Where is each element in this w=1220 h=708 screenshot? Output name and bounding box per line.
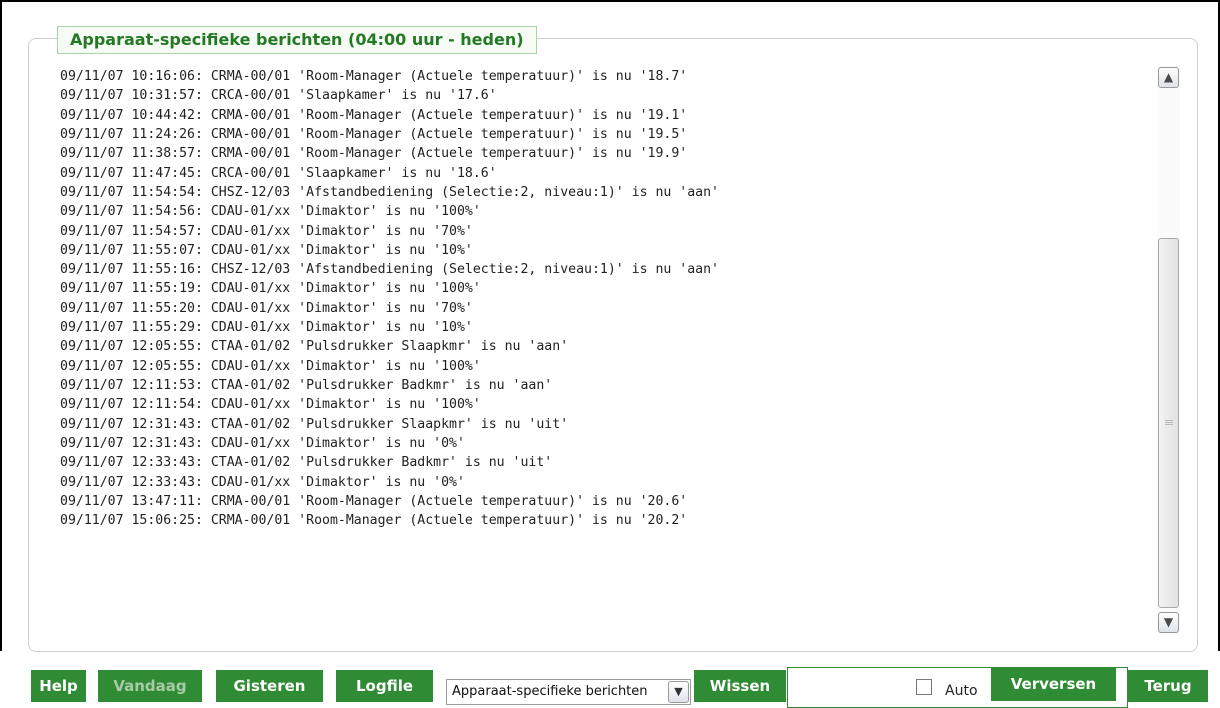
terug-button[interactable]: Terug — [1128, 670, 1208, 702]
message-type-select[interactable]: Apparaat-specifieke berichten ▼ — [446, 679, 691, 705]
log-line: 09/11/07 11:54:57: CDAU-01/xx 'Dimaktor'… — [60, 223, 473, 239]
log-line: 09/11/07 11:54:54: CHSZ-12/03 'Afstandbe… — [60, 184, 719, 200]
log-line: 09/11/07 13:47:11: CRMA-00/01 'Room-Mana… — [60, 493, 688, 509]
log-line: 09/11/07 11:55:19: CDAU-01/xx 'Dimaktor'… — [60, 281, 481, 297]
log-line: 09/11/07 11:24:26: CRMA-00/01 'Room-Mana… — [60, 126, 688, 142]
scroll-thumb[interactable] — [1158, 238, 1179, 608]
gisteren-button[interactable]: Gisteren — [216, 670, 323, 702]
log-line: 09/11/07 11:38:57: CRMA-00/01 'Room-Mana… — [60, 146, 688, 162]
log-line: 09/11/07 11:54:56: CDAU-01/xx 'Dimaktor'… — [60, 204, 481, 220]
grip-line — [1165, 420, 1173, 421]
log-line: 09/11/07 15:06:25: CRMA-00/01 'Room-Mana… — [60, 513, 688, 529]
logfile-button[interactable]: Logfile — [336, 670, 433, 702]
grip-line — [1165, 424, 1173, 425]
log-line: 09/11/07 12:33:43: CTAA-01/02 'Pulsdrukk… — [60, 455, 553, 471]
vandaag-button[interactable]: Vandaag — [98, 670, 202, 702]
panel-title: Apparaat-specifieke berichten (04:00 uur… — [57, 26, 537, 54]
log-line: 09/11/07 11:55:20: CDAU-01/xx 'Dimaktor'… — [60, 300, 473, 316]
log-line: 09/11/07 12:05:55: CDAU-01/xx 'Dimaktor'… — [60, 358, 481, 374]
log-line: 09/11/07 11:55:29: CDAU-01/xx 'Dimaktor'… — [60, 320, 473, 336]
chevron-down-icon: ▼ — [1163, 615, 1174, 629]
select-value: Apparaat-specifieke berichten — [452, 684, 648, 699]
help-button[interactable]: Help — [31, 670, 86, 702]
log-line: 09/11/07 12:33:43: CDAU-01/xx 'Dimaktor'… — [60, 474, 465, 490]
log-line: 09/11/07 11:55:07: CDAU-01/xx 'Dimaktor'… — [60, 242, 473, 258]
log-line: 09/11/07 11:47:45: CRCA-00/01 'Slaapkame… — [60, 165, 497, 181]
log-line: 09/11/07 10:31:57: CRCA-00/01 'Slaapkame… — [60, 88, 497, 104]
log-line: 09/11/07 10:44:42: CRMA-00/01 'Room-Mana… — [60, 107, 688, 123]
log-line: 09/11/07 12:05:55: CTAA-01/02 'Pulsdrukk… — [60, 339, 569, 355]
chevron-down-icon[interactable]: ▼ — [668, 681, 689, 703]
verversen-button[interactable]: Verversen — [991, 668, 1116, 701]
log-line: 09/11/07 12:11:54: CDAU-01/xx 'Dimaktor'… — [60, 397, 481, 413]
log-line: 09/11/07 12:31:43: CDAU-01/xx 'Dimaktor'… — [60, 435, 465, 451]
wissen-button[interactable]: Wissen — [694, 670, 786, 702]
message-log: 09/11/07 10:16:06: CRMA-00/01 'Room-Mana… — [60, 67, 1150, 531]
auto-label: Auto — [945, 683, 978, 699]
grip-line — [1165, 422, 1173, 423]
log-line: 09/11/07 10:16:06: CRMA-00/01 'Room-Mana… — [60, 69, 688, 84]
log-scrollbar[interactable]: ▲ ▼ — [1157, 66, 1180, 634]
auto-checkbox[interactable] — [916, 679, 932, 695]
log-line: 09/11/07 12:11:53: CTAA-01/02 'Pulsdrukk… — [60, 378, 553, 393]
log-line: 09/11/07 11:55:16: CHSZ-12/03 'Afstandbe… — [60, 262, 719, 278]
scroll-up-button[interactable]: ▲ — [1158, 67, 1179, 88]
chevron-up-icon: ▲ — [1163, 70, 1174, 84]
scroll-down-button[interactable]: ▼ — [1158, 612, 1179, 633]
log-line: 09/11/07 12:31:43: CTAA-01/02 'Pulsdrukk… — [60, 416, 569, 432]
